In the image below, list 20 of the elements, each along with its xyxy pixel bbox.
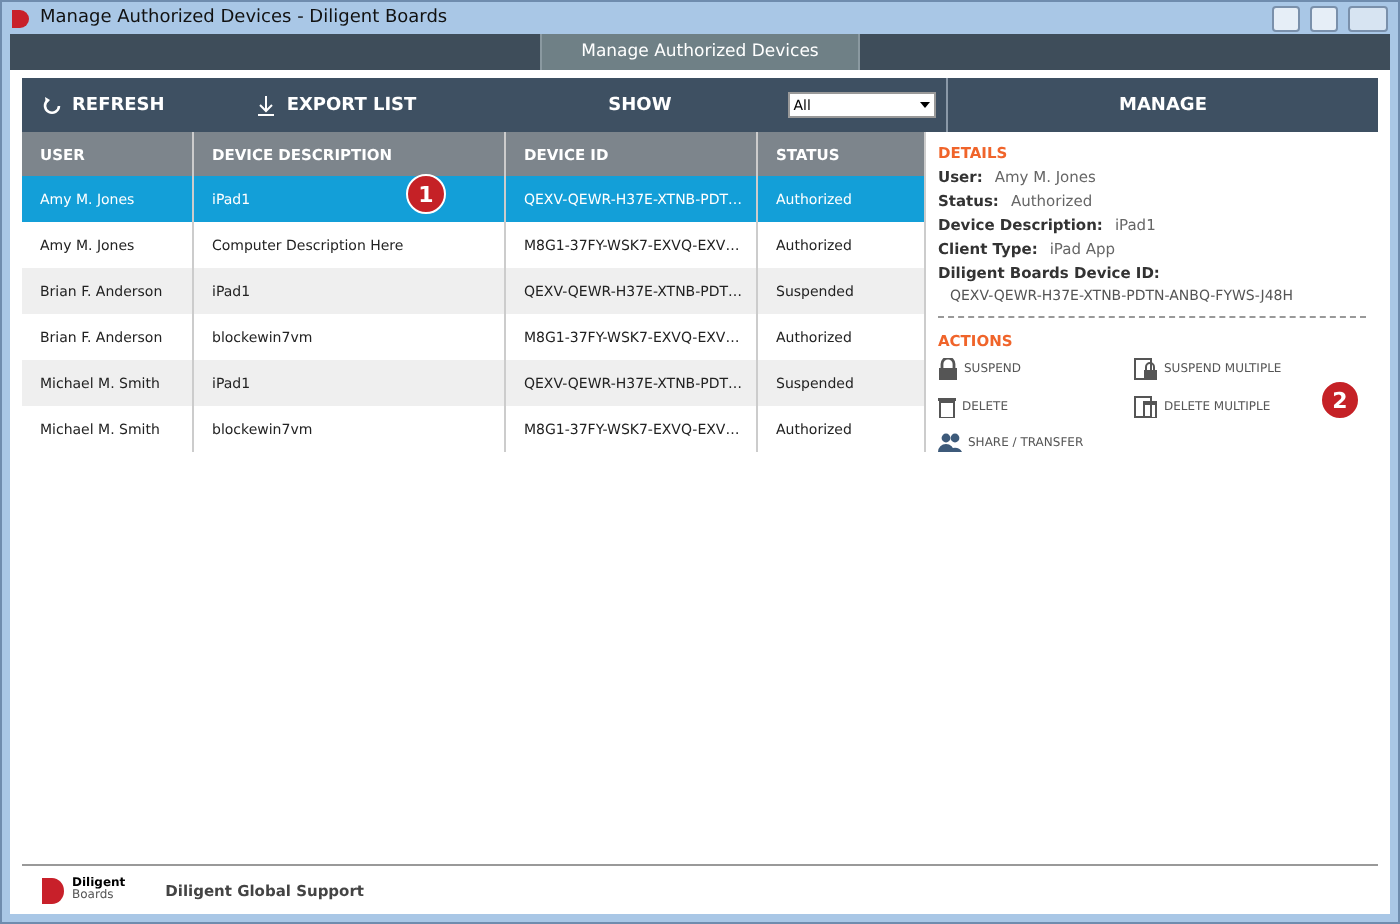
refresh-button[interactable]: REFRESH: [42, 95, 165, 115]
download-icon: [256, 95, 277, 115]
app-logo-icon: [12, 9, 30, 27]
people-icon: [938, 432, 962, 452]
stacked-lock-icon: [1134, 356, 1158, 380]
stacked-trash-icon: [1134, 394, 1158, 418]
window-title: Manage Authorized Devices - Diligent Boards: [40, 8, 450, 28]
callout-badge: 2: [1320, 380, 1360, 420]
close-button[interactable]: [1348, 5, 1388, 31]
minimize-button[interactable]: [1272, 5, 1300, 31]
trash-icon: [938, 395, 956, 417]
show-label: SHOW: [608, 95, 672, 115]
tab[interactable]: Manage Authorized Devices: [539, 34, 861, 70]
refresh-icon: [42, 95, 62, 115]
manage-heading: MANAGE: [1117, 93, 1209, 119]
caret-icon: [919, 102, 930, 108]
logo-mark-icon: [42, 877, 66, 903]
maximize-button[interactable]: [1310, 5, 1338, 31]
lock-icon: [938, 357, 958, 379]
export-list-button[interactable]: EXPORT LIST: [256, 95, 417, 115]
